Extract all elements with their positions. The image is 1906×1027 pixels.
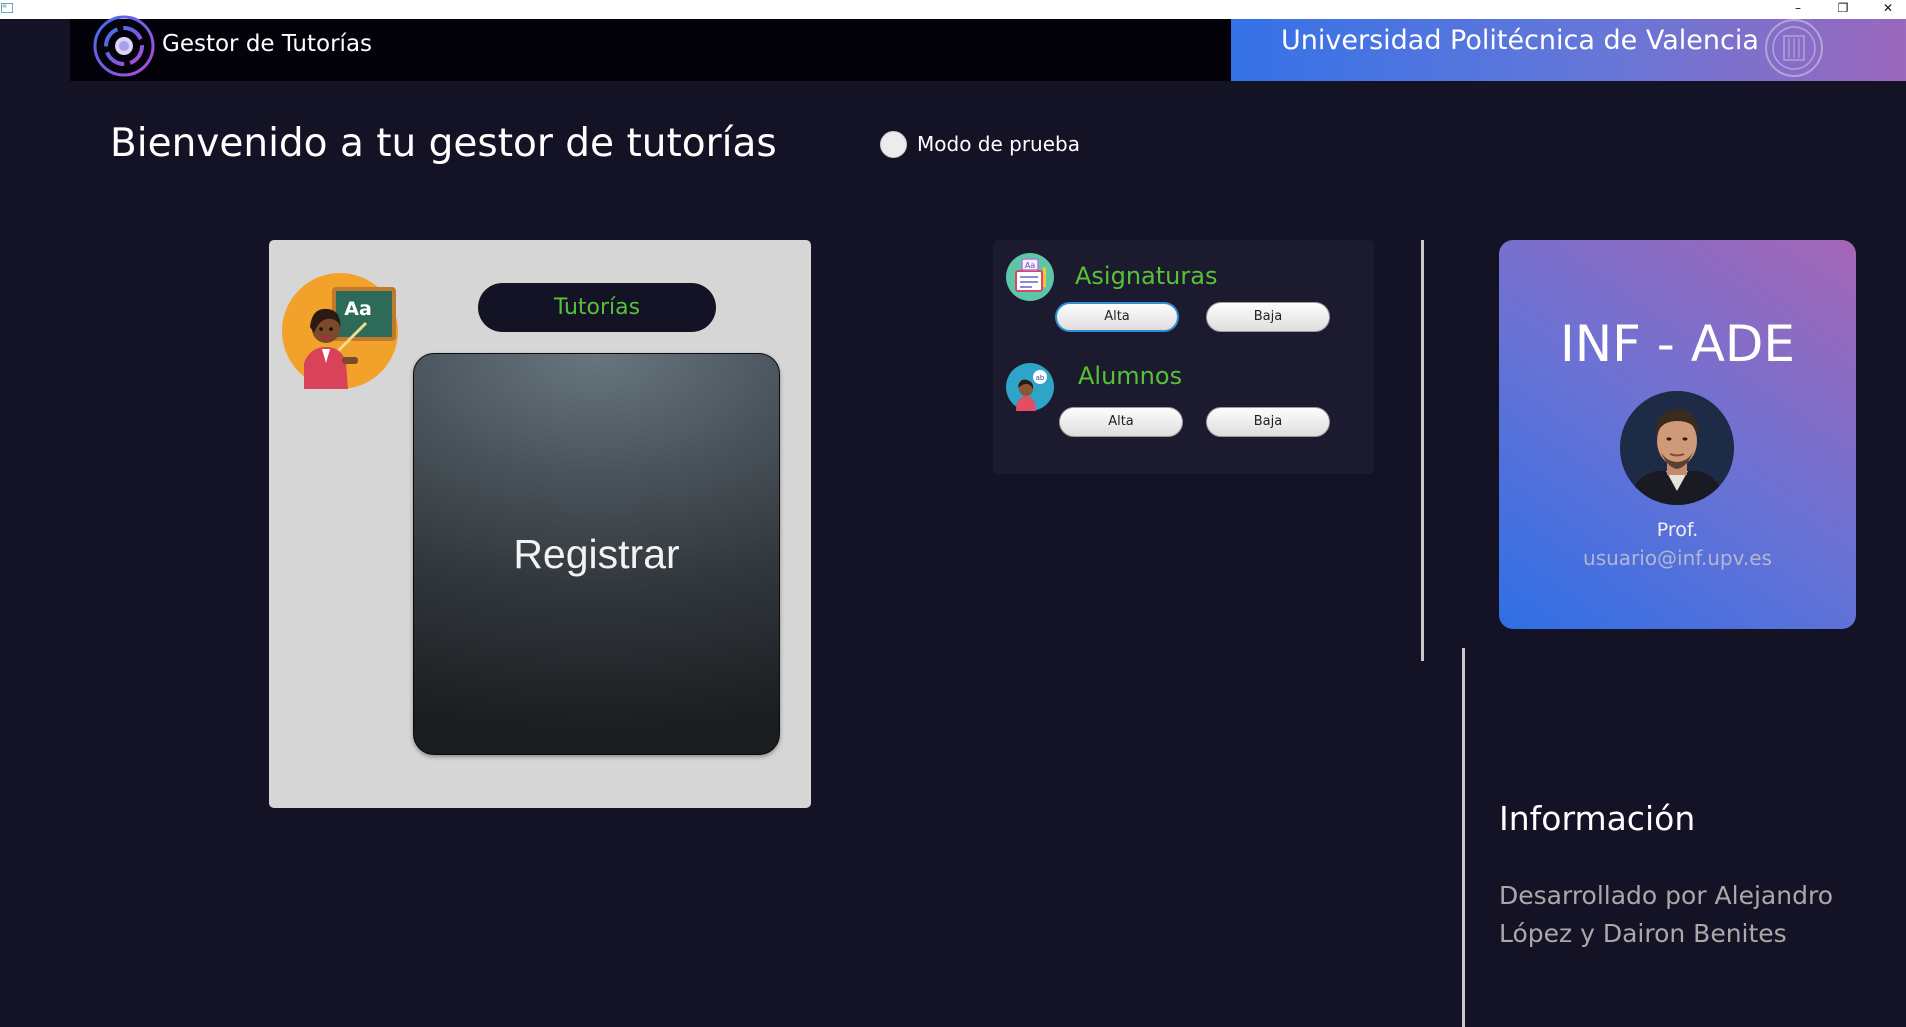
profile-role: Prof. — [1656, 519, 1699, 541]
degree-title: INF - ADE — [1559, 315, 1796, 373]
info-title: Información — [1499, 799, 1696, 838]
management-panel: Aa Asignaturas Alta Baja ab Alumnos Alta… — [993, 240, 1374, 474]
student-avatar-icon: ab — [1006, 363, 1054, 411]
tutorias-panel: Aa Tutorías Registrar — [269, 240, 811, 808]
vertical-divider-upper — [1421, 240, 1424, 661]
test-mode-label: Modo de prueba — [917, 132, 1080, 156]
subjects-title: Asignaturas — [1075, 262, 1218, 290]
students-title: Alumnos — [1078, 362, 1183, 390]
register-button[interactable]: Registrar — [413, 353, 780, 755]
students-add-button[interactable]: Alta — [1059, 407, 1183, 437]
svg-text:Aa: Aa — [1025, 261, 1035, 270]
close-button[interactable]: ✕ — [1870, 0, 1906, 19]
vertical-divider-lower — [1462, 648, 1465, 1027]
university-banner: Universidad Politécnica de Valencia — [1231, 19, 1906, 81]
profile-avatar — [1620, 391, 1734, 505]
profile-email: usuario@inf.upv.es — [1583, 546, 1772, 570]
info-credits: Desarrollado por Alejandro López y Dairo… — [1499, 881, 1833, 948]
svg-text:ab: ab — [1036, 374, 1045, 382]
university-seal-icon — [1765, 19, 1823, 77]
students-remove-button[interactable]: Baja — [1206, 407, 1330, 437]
welcome-heading: Bienvenido a tu gestor de tutorías — [110, 121, 777, 166]
subjects-add-button[interactable]: Alta — [1055, 302, 1179, 332]
university-name: Universidad Politécnica de Valencia — [1281, 25, 1759, 56]
app-title: Gestor de Tutorías — [162, 31, 373, 57]
test-mode-toggle[interactable]: Modo de prueba — [880, 128, 1080, 160]
app-window-icon — [1, 3, 13, 13]
teacher-avatar-icon: Aa — [282, 273, 398, 389]
tutorias-section-button[interactable]: Tutorías — [478, 283, 716, 332]
restore-button[interactable]: ❐ — [1825, 0, 1861, 19]
subjects-remove-button[interactable]: Baja — [1206, 302, 1330, 332]
svg-text:Aa: Aa — [344, 298, 372, 320]
test-mode-radio[interactable] — [880, 130, 907, 158]
target-ring-icon — [93, 15, 155, 77]
subjects-book-icon: Aa — [1006, 253, 1054, 301]
window-titlebar: – ❐ ✕ — [0, 0, 1906, 19]
profile-card: INF - ADE Prof. usuario@inf.upv.es — [1499, 240, 1856, 629]
